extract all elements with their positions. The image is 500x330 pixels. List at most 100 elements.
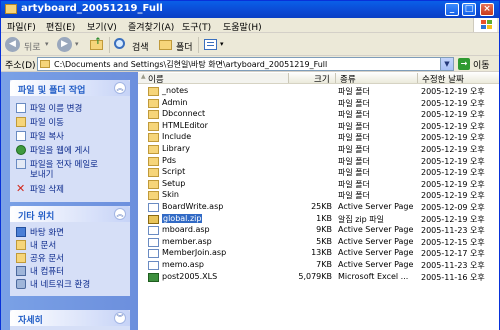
menu-edit[interactable]: 편집(E)	[46, 20, 75, 33]
collapse-icon[interactable]: ︽	[114, 82, 126, 94]
address-input[interactable]: C:\Documents and Settings\김현일\바탕 화면\arty…	[37, 57, 454, 71]
file-row[interactable]: Library 파일 폴더 2005-12-19 오후	[138, 144, 499, 155]
forward-arrow-icon: ▶	[57, 37, 72, 52]
column-name[interactable]: 이름	[148, 73, 164, 85]
menu-help[interactable]: 도움말(H)	[223, 20, 262, 33]
panel-header[interactable]: 파일 및 폴더 작업 ︽	[10, 80, 130, 96]
file-row[interactable]: Include 파일 폴더 2005-12-19 오후	[138, 132, 499, 143]
file-row[interactable]: Script 파일 폴더 2005-12-19 오후	[138, 167, 499, 178]
maximize-button[interactable]: □	[462, 3, 476, 16]
file-type: 파일 폴더	[338, 87, 370, 96]
menu-tools[interactable]: 도구(T)	[182, 20, 211, 33]
file-row[interactable]: Dbconnect 파일 폴더 2005-12-19 오후	[138, 109, 499, 120]
file-date: 2005-12-19 오후	[421, 156, 485, 166]
file-date: 2005-12-19 오후	[421, 145, 485, 154]
file-type: 알집 zip 파일	[338, 214, 385, 224]
go-arrow-icon[interactable]: →	[458, 58, 470, 70]
file-row[interactable]: Skin 파일 폴더 2005-12-19 오후	[138, 190, 499, 201]
file-row[interactable]: MemberJoin.asp 13KB Active Server Page 2005…	[138, 248, 499, 259]
file-type: Active Server Page	[338, 260, 414, 269]
chevron-down-icon[interactable]: ▾	[75, 40, 79, 48]
chevron-down-icon[interactable]: ▼	[440, 58, 453, 70]
menu-view[interactable]: 보기(V)	[87, 20, 117, 33]
panel-header[interactable]: 기타 위치 ︽	[10, 206, 130, 222]
up-folder-button[interactable]: ↑	[89, 37, 105, 53]
place-label: 공유 문서	[30, 254, 64, 264]
file-row[interactable]: member.asp 5KB Active Server Page 2005-12-1…	[138, 237, 499, 248]
go-button[interactable]: 이동	[473, 58, 490, 71]
file-name: Script	[162, 167, 186, 177]
expand-icon[interactable]: ︾	[114, 312, 126, 324]
back-button[interactable]: ◀ 뒤로 ▾	[5, 37, 53, 53]
file-row[interactable]: _notes 파일 폴더 2005-12-19 오후	[138, 86, 499, 97]
shared-folder-icon	[16, 253, 26, 263]
file-name: post2005.XLS	[162, 271, 218, 281]
column-divider[interactable]	[417, 73, 418, 83]
file-name: HTMLEditor	[162, 120, 208, 130]
chevron-down-icon[interactable]: ▾	[220, 40, 224, 48]
window-title: artyboard_20051219_Full	[21, 3, 163, 14]
file-type: 파일 폴더	[338, 191, 370, 201]
views-button[interactable]: ▾	[203, 37, 229, 53]
task-label: 보내기	[30, 170, 54, 180]
folder-icon	[40, 60, 50, 68]
file-name: member.asp	[162, 236, 212, 246]
file-date: 2005-12-19 오후	[421, 121, 485, 131]
computer-icon	[16, 266, 26, 276]
task-label: 파일 이름 변경	[30, 104, 83, 114]
file-name: Setup	[162, 178, 186, 188]
email-icon	[16, 159, 26, 169]
back-arrow-icon: ◀	[5, 37, 20, 52]
folder-icon	[159, 40, 172, 50]
folder-icon	[148, 110, 159, 120]
column-modified[interactable]: 수정한 날짜	[422, 73, 464, 85]
file-type: 파일 폴더	[338, 145, 370, 154]
file-name: Skin	[162, 190, 180, 200]
file-row[interactable]: memo.asp 7KB Active Server Page 2005-11-23 …	[138, 260, 499, 271]
file-name: Pds	[162, 155, 177, 165]
column-type[interactable]: 종류	[340, 73, 356, 85]
forward-button[interactable]: ▶ ▾	[57, 37, 83, 53]
panel-title: 기타 위치	[18, 212, 55, 222]
file-row[interactable]: Setup 파일 폴더 2005-12-19 오후	[138, 179, 499, 190]
copy-icon	[16, 131, 26, 141]
windows-logo-icon	[473, 18, 497, 32]
menu-favorites[interactable]: 즐겨찾기(A)	[128, 20, 174, 33]
file-row[interactable]: HTMLEditor 파일 폴더 2005-12-19 오후	[138, 121, 499, 132]
file-size: 5KB	[316, 236, 332, 246]
file-name: BoardWrite.asp	[162, 202, 224, 211]
folders-label: 폴더	[176, 43, 193, 53]
file-row[interactable]: post2005.XLS 5,079KB Microsoft Excel ... 20…	[138, 272, 499, 283]
file-row[interactable]: mboard.asp 9KB Active Server Page 2005-11-2…	[138, 225, 499, 236]
panel-header[interactable]: 자세히 ︾	[10, 310, 130, 326]
file-type: Active Server Page	[338, 225, 414, 235]
file-name: MemberJoin.asp	[162, 248, 227, 258]
asp-file-icon	[148, 226, 159, 236]
close-button[interactable]: ×	[480, 3, 494, 16]
file-name: Dbconnect	[162, 109, 206, 119]
asp-file-icon	[148, 249, 159, 259]
column-divider[interactable]	[335, 73, 336, 83]
menu-file[interactable]: 파일(F)	[7, 20, 36, 33]
file-row[interactable]: Admin 파일 폴더 2005-12-19 오후	[138, 98, 499, 109]
file-row[interactable]: BoardWrite.asp 25KB Active Server Page 2005…	[138, 202, 499, 213]
task-label: 파일 삭제	[30, 185, 64, 195]
file-name: Admin	[162, 97, 188, 107]
column-divider[interactable]	[288, 73, 289, 83]
folder-icon	[148, 87, 159, 96]
file-row[interactable]: global.zip 1KB 알집 zip 파일 2005-12-19 오후	[138, 213, 499, 225]
network-icon	[16, 279, 26, 289]
column-size[interactable]: 크기	[314, 73, 330, 85]
chevron-down-icon[interactable]: ▾	[45, 40, 49, 48]
title-bar[interactable]: artyboard_20051219_Full _ □ ×	[1, 1, 499, 18]
file-row[interactable]: Pds 파일 폴더 2005-12-19 오후	[138, 156, 499, 167]
minimize-button[interactable]: _	[445, 3, 459, 16]
panel-title: 파일 및 폴더 작업	[18, 86, 86, 96]
file-date: 2005-12-19 오후	[421, 98, 485, 108]
folders-button[interactable]: 폴더	[158, 37, 198, 53]
file-size: 25KB	[311, 202, 332, 211]
search-icon	[114, 38, 125, 49]
search-button[interactable]: 검색	[113, 37, 153, 53]
toolbar-separator	[198, 37, 199, 53]
collapse-icon[interactable]: ︽	[114, 208, 126, 220]
